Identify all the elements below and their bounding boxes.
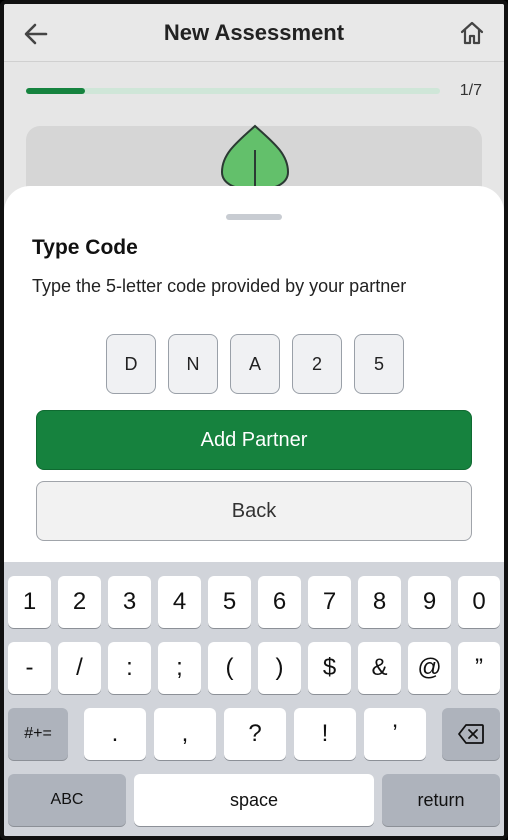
key-6[interactable]: 6 bbox=[258, 576, 301, 628]
progress-bar bbox=[26, 88, 440, 94]
code-digit-4[interactable]: 2 bbox=[292, 334, 342, 394]
code-digit-2[interactable]: N bbox=[168, 334, 218, 394]
page-title: New Assessment bbox=[163, 20, 345, 45]
delete-key[interactable] bbox=[442, 708, 500, 760]
progress-label: 1/7 bbox=[459, 82, 482, 99]
code-sheet: Type Code Type the 5-letter code provide… bbox=[4, 186, 504, 566]
key-hyphen[interactable]: - bbox=[8, 642, 51, 694]
home-icon[interactable] bbox=[458, 19, 486, 47]
key-comma[interactable]: , bbox=[154, 708, 216, 760]
key-space[interactable]: space bbox=[134, 774, 374, 826]
app-frame: New Assessment 1/7 Type Code Type the 5-… bbox=[0, 0, 508, 840]
leaf-icon bbox=[220, 124, 290, 192]
key-symbols[interactable]: #+= bbox=[8, 708, 68, 760]
key-9[interactable]: 9 bbox=[408, 576, 451, 628]
key-quote[interactable]: ” bbox=[458, 642, 500, 694]
key-1[interactable]: 1 bbox=[8, 576, 51, 628]
top-bar: New Assessment bbox=[4, 4, 504, 62]
key-8[interactable]: 8 bbox=[358, 576, 401, 628]
key-colon[interactable]: : bbox=[108, 642, 151, 694]
key-apostrophe[interactable]: ’ bbox=[364, 708, 426, 760]
key-return[interactable]: return bbox=[382, 774, 500, 826]
sheet-grabber[interactable] bbox=[226, 214, 282, 220]
key-question[interactable]: ? bbox=[224, 708, 286, 760]
key-dollar[interactable]: $ bbox=[308, 642, 351, 694]
keyboard: 1 2 3 4 5 6 7 8 9 0 - / : ; ( ) $ & @ ” … bbox=[4, 562, 504, 836]
key-7[interactable]: 7 bbox=[308, 576, 351, 628]
key-semicolon[interactable]: ; bbox=[158, 642, 201, 694]
key-at[interactable]: @ bbox=[408, 642, 451, 694]
key-slash[interactable]: / bbox=[58, 642, 101, 694]
key-exclamation[interactable]: ! bbox=[294, 708, 356, 760]
code-digit-3[interactable]: A bbox=[230, 334, 280, 394]
sheet-title: Type Code bbox=[32, 236, 138, 259]
key-3[interactable]: 3 bbox=[108, 576, 151, 628]
code-input-row: D N A 2 5 bbox=[106, 334, 404, 394]
add-partner-button[interactable]: Add Partner bbox=[36, 410, 472, 470]
progress-fill bbox=[26, 88, 86, 94]
sheet-subtitle: Type the 5-letter code provided by your … bbox=[32, 276, 407, 296]
code-digit-1[interactable]: D bbox=[106, 334, 156, 394]
key-0[interactable]: 0 bbox=[458, 576, 500, 628]
back-button[interactable]: Back bbox=[36, 481, 472, 541]
key-5[interactable]: 5 bbox=[208, 576, 251, 628]
code-digit-5[interactable]: 5 bbox=[354, 334, 404, 394]
key-2[interactable]: 2 bbox=[58, 576, 101, 628]
key-ampersand[interactable]: & bbox=[358, 642, 401, 694]
key-period[interactable]: . bbox=[84, 708, 146, 760]
key-abc[interactable]: ABC bbox=[8, 774, 126, 826]
backspace-icon bbox=[458, 724, 484, 744]
key-open-paren[interactable]: ( bbox=[208, 642, 251, 694]
key-4[interactable]: 4 bbox=[158, 576, 201, 628]
key-close-paren[interactable]: ) bbox=[258, 642, 301, 694]
